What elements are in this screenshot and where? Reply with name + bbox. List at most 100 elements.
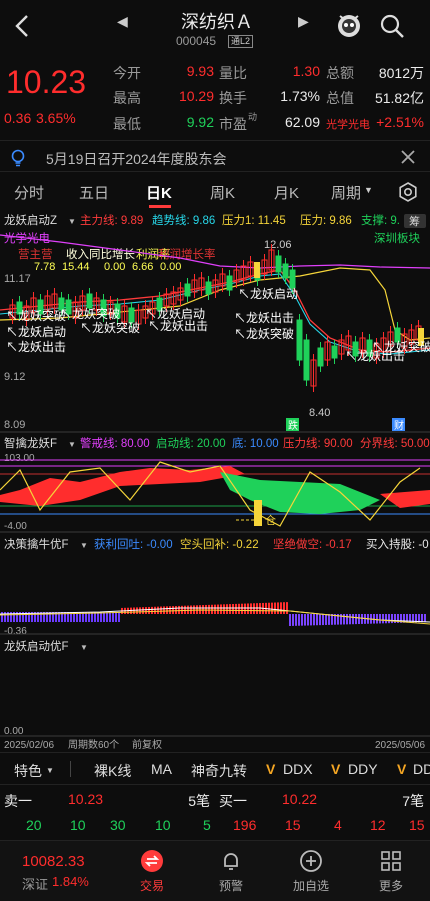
ind2-legend-short: 坚绝做空: -0.17	[273, 537, 352, 551]
bell-icon	[224, 853, 238, 870]
ind-ddz[interactable]: DD	[413, 761, 430, 777]
prev-stock-icon[interactable]: ◀	[117, 13, 128, 30]
ind-magic-nine[interactable]: 神奇九转	[191, 761, 247, 781]
back-icon[interactable]	[10, 12, 34, 40]
nav-trade-label: 交易	[139, 879, 164, 893]
ind3-y-zero: 0.00	[4, 726, 24, 737]
signal-label: ↖龙妖出击	[148, 319, 208, 333]
signal-label: ↖龙妖突破	[80, 320, 140, 335]
ind1-name[interactable]: 智擒龙妖F	[4, 436, 57, 450]
overlay-value-4: 6.66	[132, 261, 153, 273]
open-label: 今开	[113, 65, 141, 81]
ind2-dropdown-icon[interactable]: ▼	[80, 541, 88, 550]
quote-panel: 10.23 0.36 3.65% 今开 9.93 量比 1.30 总额 8012…	[0, 52, 430, 140]
signal-label: ↖龙妖出击	[234, 311, 294, 325]
index-change[interactable]: 1.84%	[52, 874, 89, 889]
indicator-panel-3[interactable]: 龙妖启动优F ▼ 0.00	[0, 639, 430, 737]
last-price: 10.23	[6, 64, 87, 100]
tab-timeshare[interactable]: 分时	[14, 182, 44, 203]
high-label: 最高	[113, 90, 141, 106]
indicator-panel-2[interactable]: 决策擒牛优F ▼ 获利回吐: -0.00 空头回补: -0.22 坚绝做空: -…	[0, 537, 430, 637]
sector-change[interactable]: +2.51%	[374, 114, 424, 130]
legend-trend: 趋势线: 9.86	[152, 213, 215, 227]
tab-period[interactable]: 周期	[331, 182, 361, 203]
open-value: 9.93	[186, 63, 214, 79]
ind-featured[interactable]: 特色	[14, 761, 42, 781]
ind2-y-bottom: -0.36	[4, 626, 27, 637]
ind1-y-bottom: -4.00	[4, 521, 27, 532]
nav-alert-label: 预警	[218, 879, 243, 893]
indicator-panel-1[interactable]: 智擒龙妖F ▼ 警戒线: 80.00 启动线: 20.00 底: 10.00 压…	[0, 436, 430, 533]
legend-pressure1: 压力1: 11.45	[222, 214, 286, 227]
ind1-plot	[0, 459, 430, 527]
nav-more[interactable]: 更多	[361, 849, 421, 894]
nav-alert[interactable]: 预警	[201, 849, 261, 894]
legend-main-force: 主力线: 9.89	[80, 213, 143, 227]
y-tick-mid: 9.12	[4, 371, 25, 383]
ind1-legend-pressure: 压力线: 90.00	[283, 436, 353, 450]
buy1-price: 10.22	[282, 791, 318, 807]
ind-ma[interactable]: MA	[151, 761, 172, 777]
high-value: 10.29	[178, 88, 214, 104]
price-change: 0.36	[4, 110, 32, 126]
ind2-plot	[0, 602, 430, 626]
signal-label: ↖龙妖突破	[60, 306, 120, 321]
buy-qty-5: 15	[409, 817, 425, 833]
buy1-label: 买一	[219, 793, 247, 809]
main-kline-panel[interactable]: 龙妖启动Z ▼ 主力线: 9.89 趋势线: 9.86 压力1: 11.45 压…	[0, 210, 430, 433]
vip-icon: V	[266, 761, 276, 777]
overlay-label-yoy: 收入同比增长	[66, 247, 135, 261]
notice-bar[interactable]: 5月19日召开2024年度股东会	[0, 140, 430, 172]
period-count: 周期数60个	[68, 738, 119, 751]
legend-support: 支撑: 9.	[361, 213, 400, 227]
sector-name[interactable]: 光学光电	[326, 116, 370, 132]
vol-ratio-value: 1.30	[292, 63, 320, 79]
signal-label: ↖龙妖突破	[234, 326, 294, 341]
signal-label: ↖龙妖出击	[6, 340, 66, 354]
ind-ddy[interactable]: DDY	[348, 761, 378, 777]
order-book[interactable]: 卖一 10.23 5笔 买一 10.22 7笔 20 10 30 10 5 19…	[0, 784, 430, 840]
tab-weekly-k[interactable]: 周K	[210, 182, 235, 203]
indicator-dropdown-icon[interactable]: ▼	[68, 217, 76, 226]
sell1-volume: 5笔	[188, 793, 210, 809]
ind-naked-k[interactable]: 裸K线	[94, 761, 131, 781]
main-indicator-name[interactable]: 龙妖启动Z	[4, 213, 57, 227]
sell1-label: 卖一	[4, 793, 32, 809]
close-icon[interactable]	[400, 149, 416, 165]
ind2-legend-hold: 买入持股: -0	[366, 537, 429, 551]
ind2-name[interactable]: 决策擒牛优F	[4, 537, 69, 551]
nav-add-watch[interactable]: 加自选	[281, 849, 341, 894]
nav-trade[interactable]: 交易	[122, 849, 182, 894]
candle-body	[317, 347, 324, 367]
candle-body	[205, 281, 212, 295]
robot-assistant-icon[interactable]	[334, 10, 364, 40]
candle-body	[289, 269, 296, 289]
tab-daily-k[interactable]: 日K	[146, 182, 172, 203]
overlay-value-1: 7.78	[34, 261, 55, 273]
tab-five-day[interactable]: 五日	[79, 182, 109, 203]
candle-body	[275, 255, 282, 273]
search-icon[interactable]	[378, 12, 406, 40]
tab-monthly-k[interactable]: 月K	[274, 182, 299, 203]
sell-qty-4: 10	[155, 817, 171, 833]
ind1-y-top: 103.00	[4, 453, 35, 464]
kline-chart-area[interactable]: 龙妖启动Z ▼ 主力线: 9.89 趋势线: 9.86 压力1: 11.45 压…	[0, 210, 430, 752]
sell-qty-1: 20	[26, 817, 42, 833]
candle-body	[296, 319, 303, 361]
ind1-dropdown-icon[interactable]: ▼	[68, 440, 76, 449]
index-value[interactable]: 10082.33	[22, 853, 85, 870]
y-tick-bottom: 8.09	[4, 419, 25, 431]
index-name[interactable]: 深证	[22, 874, 48, 893]
ind2-legend-profit: 获利回吐: -0.00	[94, 538, 173, 551]
chip-toggle-label[interactable]: 筹	[409, 214, 420, 228]
overlay-value-3: 0.00	[104, 261, 125, 273]
ind3-name[interactable]: 龙妖启动优F	[4, 639, 69, 653]
ind-ddx[interactable]: DDX	[283, 761, 313, 777]
ind3-dropdown-icon[interactable]: ▼	[80, 643, 88, 652]
candle-body	[331, 345, 338, 359]
next-stock-icon[interactable]: ▶	[298, 13, 309, 30]
settings-icon[interactable]	[397, 181, 419, 203]
end-date: 2025/05/06	[375, 740, 425, 751]
pe-value: 62.09	[284, 114, 320, 130]
candle-body	[128, 307, 135, 323]
